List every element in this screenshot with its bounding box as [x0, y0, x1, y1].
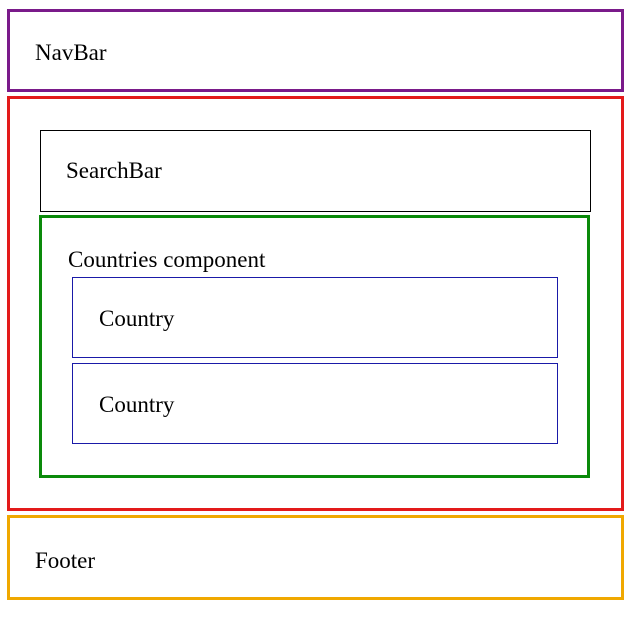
country-box: Country: [72, 277, 558, 358]
footer-label: Footer: [35, 548, 96, 573]
country-label: Country: [99, 392, 175, 417]
navbar-box: NavBar: [7, 9, 624, 92]
footer-box: Footer: [7, 515, 624, 600]
country-label: Country: [99, 306, 175, 331]
searchbar-box: SearchBar: [40, 130, 591, 212]
searchbar-label: SearchBar: [66, 158, 162, 183]
countries-component-label: Countries component: [68, 247, 266, 272]
country-box: Country: [72, 363, 558, 444]
navbar-label: NavBar: [35, 40, 107, 65]
